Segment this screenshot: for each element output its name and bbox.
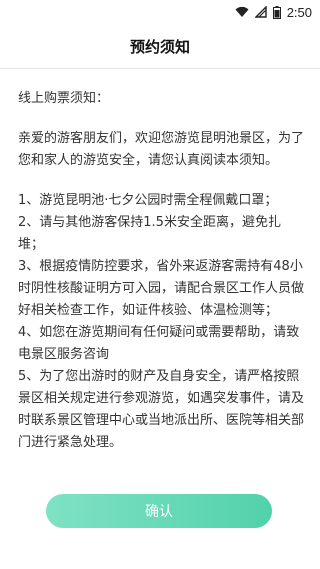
notice-greeting: 亲爱的游客朋友们，欢迎您游览昆明池景区，为了您和家人的游览安全，请您认真阅读本须… <box>18 131 305 168</box>
page-header: 预约须知 <box>0 24 320 68</box>
wifi-icon <box>235 6 249 18</box>
notice-rule-4: 4、如您在游览期间有任何疑问或需要帮助，请致电景区服务咨询 <box>18 325 300 362</box>
notice-content: 线上购票须知： 亲爱的游客朋友们，欢迎您游览昆明池景区，为了您和家人的游览安全，… <box>18 88 304 454</box>
notice-rule-3: 3、根据疫情防控要求，省外来返游客需持有48小时阴性核酸证明方可入园，请配合景区… <box>18 259 305 318</box>
notice-rule-1: 1、游览昆明池·七夕公园时需全程佩戴口罩； <box>18 193 278 208</box>
header-divider <box>0 68 320 69</box>
confirm-button[interactable]: 确认 <box>46 494 272 528</box>
battery-icon <box>272 5 281 19</box>
notice-intro: 线上购票须知： <box>18 91 110 106</box>
notice-rule-2: 2、请与其他游客保持1.5米安全距离，避免扎堆； <box>18 215 281 252</box>
confirm-area: 确认 <box>46 494 272 528</box>
signal-icon <box>254 6 267 18</box>
status-bar: 2:50 <box>0 0 320 24</box>
page-title: 预约须知 <box>129 37 190 56</box>
bottom-space <box>0 541 320 569</box>
status-time: 2:50 <box>286 4 312 20</box>
notice-rule-5: 5、为了您出游时的财产及自身安全，请严格按照景区相关规定进行参观游览，如遇突发事… <box>18 369 305 450</box>
